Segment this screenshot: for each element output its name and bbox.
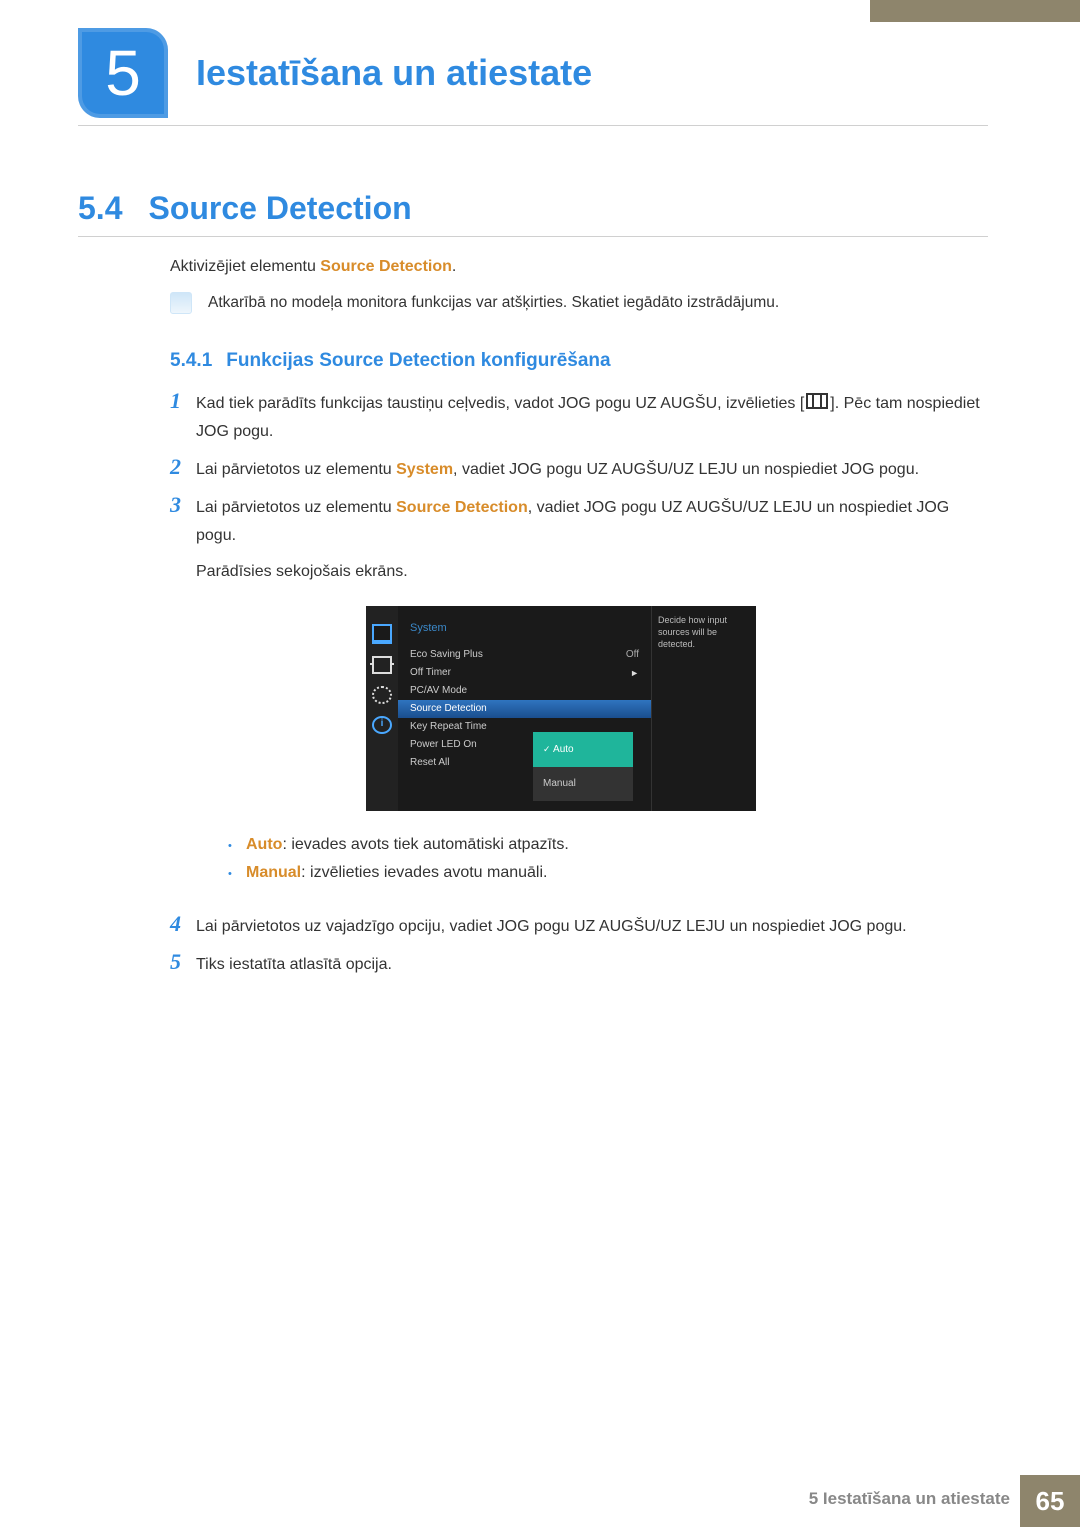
footer-chapter-text: 5 Iestatīšana un atiestate [809,1489,1010,1509]
step1-text-a: Kad tiek parādīts funkcijas taustiņu ceļ… [196,395,804,412]
chapter-title: Iestatīšana un atiestate [196,52,592,94]
note-text: Atkarībā no modeļa monitora funkcijas va… [208,294,779,312]
step-number: 1 [170,390,196,412]
step-number: 5 [170,951,196,973]
subsection-title: Funkcijas Source Detection konfigurēšana [226,350,610,371]
resize-icon [372,656,392,674]
osd-screenshot: i System Eco Saving Plus Off Off Timer ► [366,606,990,811]
section-number: 5.4 [78,190,122,226]
page-footer: 5 Iestatīšana un atiestate 65 [0,1475,1080,1527]
step-4: 4 Lai pārvietotos uz vajadzīgo opciju, v… [170,913,990,941]
bullet-manual-text: : izvēlieties ievades avotu manuāli. [301,864,547,881]
note-icon [170,292,192,314]
step-body: Lai pārvietotos uz elementu System, vadi… [196,456,990,484]
monitor-icon [372,624,392,644]
step3-highlight: Source Detection [396,499,528,516]
osd-option-auto: Auto [533,732,633,767]
bullet-auto-text: : ievades avots tiek automātiski atpazīt… [282,836,568,853]
bullet-list: Auto: ievades avots tiek automātiski atp… [228,831,990,887]
step-body: Tiks iestatīta atlasītā opcija. [196,951,990,979]
intro-post: . [452,258,456,275]
intro-highlight: Source Detection [320,258,452,275]
step-3: 3 Lai pārvietotos uz elementu Source Det… [170,494,990,903]
subsection-number: 5.4.1 [170,350,212,371]
osd-label: Reset All [410,749,449,777]
divider [78,236,988,237]
step2-text-a: Lai pārvietotos uz elementu [196,461,396,478]
menu-icon [806,393,828,409]
subsection-heading: 5.4.1 Funkcijas Source Detection konfigur… [170,350,611,372]
chapter-header: 5 Iestatīšana un atiestate [78,28,592,118]
bullet-manual: Manual: izvēlieties ievades avotu manuāl… [228,859,990,887]
step-1: 1 Kad tiek parādīts funkcijas taustiņu c… [170,390,990,446]
osd-option-manual: Manual [533,767,633,801]
step-body: Kad tiek parādīts funkcijas taustiņu ceļ… [196,390,990,446]
footer-page-number: 65 [1020,1475,1080,1527]
bullet-auto: Auto: ievades avots tiek automātiski atp… [228,831,990,859]
divider [78,125,988,126]
decorative-top-bar [870,0,1080,22]
step2-highlight: System [396,461,453,478]
osd-panel: i System Eco Saving Plus Off Off Timer ► [366,606,756,811]
step-2: 2 Lai pārvietotos uz elementu System, va… [170,456,990,484]
osd-description: Decide how input sources will be detecte… [651,606,756,811]
step-number: 2 [170,456,196,478]
section-title: Source Detection [148,190,411,226]
step3-text-a: Lai pārvietotos uz elementu [196,499,396,516]
step-number: 4 [170,913,196,935]
bullet-manual-label: Manual [246,864,301,881]
bullet-auto-label: Auto [246,836,282,853]
osd-main: System Eco Saving Plus Off Off Timer ► P… [398,606,651,811]
gear-icon [372,686,392,704]
info-icon: i [372,716,392,734]
intro-pre: Aktivizējiet elementu [170,258,320,275]
intro-text: Aktivizējiet elementu Source Detection. [170,258,456,276]
step2-text-b: , vadiet JOG pogu UZ AUGŠU/UZ LEJU un no… [453,461,919,478]
osd-sidebar-icons: i [366,606,398,811]
step-5: 5 Tiks iestatīta atlasītā opcija. [170,951,990,979]
chevron-right-icon: ► [630,659,639,687]
chapter-number-badge: 5 [78,28,168,118]
section-heading: 5.4 Source Detection [78,190,412,227]
step-body: Lai pārvietotos uz vajadzīgo opciju, vad… [196,913,990,941]
osd-options-popup: Auto Manual [533,732,633,801]
step-body: Lai pārvietotos uz elementu Source Detec… [196,494,990,903]
step3-text-c: Parādīsies sekojošais ekrāns. [196,558,990,586]
step-number: 3 [170,494,196,516]
steps-list: 1 Kad tiek parādīts funkcijas taustiņu c… [170,390,990,989]
